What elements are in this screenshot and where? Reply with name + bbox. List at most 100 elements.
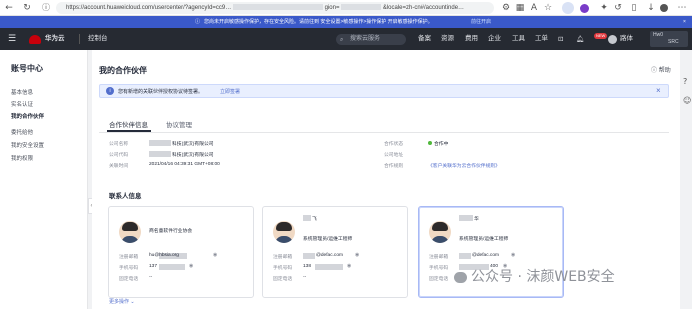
account-tag-text: Hw0	[653, 32, 664, 38]
extension-icon[interactable]	[580, 4, 589, 13]
eye-icon[interactable]: ◉	[511, 252, 515, 258]
nav-item-tools[interactable]: 工具	[512, 28, 525, 50]
redacted-value	[459, 215, 473, 221]
status-value: 合作中	[434, 142, 449, 147]
brand-name[interactable]: 华为云	[45, 28, 65, 50]
redacted-value	[459, 253, 471, 259]
extension-icon[interactable]: ⚙	[500, 2, 512, 14]
back-arrow-icon[interactable]: ←	[3, 2, 15, 14]
phone-label: 手机号码	[429, 266, 449, 271]
sidebar-item-partners[interactable]: 我的合作伙伴	[11, 112, 44, 120]
more-actions-link[interactable]: 更多操作 ⌄	[109, 298, 135, 305]
translate-icon[interactable]: A	[528, 2, 540, 14]
tab-partner-info[interactable]: 合作伙伴信息	[109, 119, 148, 129]
sign-now-link[interactable]: 立即签署	[220, 88, 240, 95]
bell-icon[interactable]: 🔔︎	[576, 28, 584, 50]
redacted-value	[159, 264, 185, 270]
contact-name: 飞	[312, 217, 317, 222]
menu-dots-icon[interactable]: ⋯	[676, 2, 688, 14]
status-dot-icon	[428, 141, 432, 145]
download-icon[interactable]: ↓	[645, 2, 657, 14]
notice-text: 您尚未开启敏感操作保护，存在安全风险。请前往到 安全设置>敏感操作>操作保护 开…	[204, 19, 433, 25]
sidebar: 账号中心 基本信息 实名认证 我的合作伙伴 委托给他 我的安全设置 我的权限	[0, 50, 88, 309]
eye-icon[interactable]: ◉	[213, 252, 217, 258]
nav-item-beian[interactable]: 备案	[418, 28, 431, 50]
reload-icon[interactable]: ↻	[21, 2, 33, 14]
company-address-label: 公司地址	[384, 153, 404, 158]
contact-card[interactable]: 飞 系统管理员/运维工程师 注册邮箱 @defac.com ◉ 手机号码 138…	[262, 206, 408, 298]
notice-link[interactable]: 前往开启	[471, 16, 491, 28]
site-info-icon[interactable]: ⓘ	[40, 2, 52, 14]
grid-icon[interactable]: ▦	[514, 2, 526, 14]
nav-item-billing[interactable]: 费用	[465, 28, 478, 50]
eye-icon[interactable]: ◉	[355, 252, 359, 258]
sidebar-title: 账号中心	[11, 64, 43, 73]
screen-icon[interactable]: ⊡	[558, 28, 563, 50]
sidebar-item-permissions[interactable]: 我的权限	[11, 154, 33, 162]
email-label: 注册邮箱	[119, 255, 139, 260]
contact-role: 系统管理员/运维工程师	[303, 237, 353, 242]
contact-name: 商名童软件行业协会	[149, 229, 193, 234]
contact-name: 华	[474, 217, 479, 222]
avatar	[119, 221, 141, 243]
user-avatar-icon[interactable]	[608, 35, 617, 44]
chevron-down-icon: ⌄	[130, 299, 135, 305]
sidebar-toggle-icon[interactable]: ▯	[628, 2, 640, 14]
info-alert: i 您有新增的关联伙伴授权协议待签署。 立即签署 ×	[99, 84, 669, 98]
phone-label: 手机号码	[119, 266, 139, 271]
browser-toolbar: ← ↻ ⓘ https://account.huaweicloud.com/us…	[0, 0, 692, 16]
puzzle-icon[interactable]: ✦	[598, 2, 610, 14]
redacted-value	[149, 140, 171, 146]
sidebar-item-delegation[interactable]: 委托给他	[11, 128, 33, 136]
blurred-url-segment	[232, 4, 323, 11]
tel-label: 固定电话	[273, 277, 293, 282]
contacts-title: 联系人信息	[109, 193, 142, 200]
account-tag[interactable]: Hw0 SRC	[650, 31, 688, 47]
url-bar[interactable]: https://account.huaweicloud.com/usercent…	[56, 2, 494, 14]
watermark-text: 公众号 · 沫颜WEB安全	[471, 269, 615, 285]
redacted-value	[303, 215, 311, 221]
contact-role: 系统管理员/运维工程师	[459, 237, 509, 242]
nav-item-enterprise[interactable]: 企业	[488, 28, 501, 50]
wechat-icon	[454, 271, 467, 283]
star-icon[interactable]: ☆	[542, 2, 554, 14]
close-icon[interactable]: ×	[656, 86, 661, 95]
contact-card[interactable]: 商名童软件行业协会 注册邮箱 hu@hbsia.org ◉ 手机号码 137 ◉…	[108, 206, 254, 298]
eye-icon[interactable]: ◉	[189, 263, 193, 269]
email-label: 注册邮箱	[429, 255, 449, 260]
avatar	[273, 221, 295, 243]
sidebar-item-security[interactable]: 我的安全设置	[11, 141, 44, 149]
watermark: 公众号 · 沫颜WEB安全	[454, 266, 615, 286]
info-icon: ⓘ	[195, 19, 201, 25]
blurred-url-segment	[341, 4, 382, 11]
close-icon[interactable]: ×	[683, 16, 686, 28]
search-input[interactable]: ⌕ 搜索云服务	[336, 34, 406, 45]
search-icon: ⌕	[340, 36, 344, 43]
contact-email: hu@hbsia.org	[149, 253, 179, 258]
profile-avatar-icon[interactable]	[660, 4, 668, 12]
nav-item-resources[interactable]: 资源	[441, 28, 454, 50]
extension-icon[interactable]	[562, 2, 574, 14]
refresh-icon[interactable]: ↺	[612, 2, 624, 14]
divider	[79, 34, 80, 44]
hamburger-menu-icon[interactable]: ☰	[8, 28, 16, 50]
nav-item-tickets[interactable]: 工单	[535, 28, 548, 50]
rules-link[interactable]: 《客户关联华为云合作伙伴规则》	[428, 162, 500, 169]
user-name[interactable]: 路体	[620, 28, 633, 50]
sidebar-item-basic-info[interactable]: 基本信息	[11, 88, 33, 96]
account-tag-text: SRC	[668, 39, 679, 45]
email-label: 注册邮箱	[273, 255, 293, 260]
help-circle-icon[interactable]: ?	[683, 77, 687, 86]
smile-icon[interactable]: ☺	[683, 96, 691, 105]
phone-label: 手机号码	[273, 266, 293, 271]
help-link[interactable]: ⓘ 帮助	[651, 65, 671, 74]
avatar	[429, 221, 451, 243]
tab-agreements[interactable]: 协议管理	[166, 119, 192, 129]
redacted-value	[149, 151, 171, 157]
sidebar-item-verification[interactable]: 实名认证	[11, 100, 33, 108]
security-notice-bar: ⓘ 您尚未开启敏感操作保护，存在安全风险。请前往到 安全设置>敏感操作>操作保护…	[0, 16, 692, 28]
company-name-label: 公司名称	[109, 142, 129, 147]
console-link[interactable]: 控制台	[88, 28, 108, 50]
eye-icon[interactable]: ◉	[347, 263, 351, 269]
redacted-value	[315, 264, 343, 270]
